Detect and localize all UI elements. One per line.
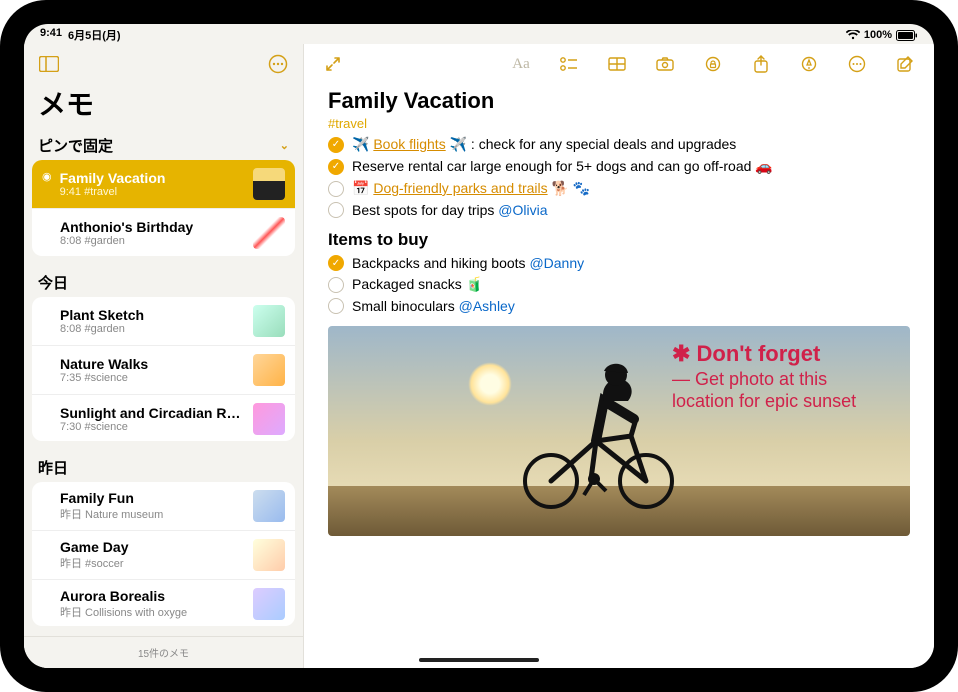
checklist-item[interactable]: Packaged snacks 🧃 — [328, 276, 910, 293]
share-icon[interactable] — [746, 49, 776, 79]
checklist-icon[interactable] — [554, 49, 584, 79]
note-thumbnail — [253, 217, 285, 249]
checkbox-icon[interactable] — [328, 202, 344, 218]
checkbox-icon[interactable]: ✓ — [328, 255, 344, 271]
calendar-icon: 📅 — [352, 180, 369, 196]
markup-icon[interactable] — [794, 49, 824, 79]
note-subheading: Items to buy — [328, 230, 910, 250]
note-thumbnail — [253, 168, 285, 200]
home-indicator[interactable] — [419, 658, 539, 662]
cyclist-silhouette — [496, 341, 696, 516]
sidebar-footer: 15件のメモ — [24, 636, 303, 668]
note-item[interactable]: Aurora Borealis 昨日 Collisions with oxyge — [32, 580, 295, 626]
note-image[interactable]: ✱ Don't forget — Get photo at this locat… — [328, 326, 910, 536]
status-bar: 9:41 6月5日(月) ••• 100% — [24, 24, 934, 44]
note-item[interactable]: Plant Sketch 8:08 #garden — [32, 297, 295, 346]
more-icon[interactable] — [842, 49, 872, 79]
lock-icon[interactable] — [698, 49, 728, 79]
mention[interactable]: @Ashley — [459, 298, 515, 314]
sidebar-title: メモ — [24, 83, 303, 129]
note-thumbnail — [253, 403, 285, 435]
checkbox-icon[interactable] — [328, 181, 344, 197]
note-item[interactable]: Anthonio's Birthday 8:08 #garden — [32, 209, 295, 256]
note-item[interactable]: Family Fun 昨日 Nature museum — [32, 482, 295, 531]
note-thumbnail — [253, 305, 285, 337]
battery-percent: 100% — [864, 29, 892, 41]
checkbox-icon[interactable]: ✓ — [328, 159, 344, 175]
ipad-frame: 9:41 6月5日(月) ••• 100% — [0, 0, 958, 692]
chevron-down-icon: ⌄ — [280, 139, 289, 152]
text-format-icon[interactable]: Aa — [506, 49, 536, 79]
status-time: 9:41 — [40, 27, 62, 43]
note-item[interactable]: Game Day 昨日 #soccer — [32, 531, 295, 580]
note-editor: Aa Family Vacation #travel — [304, 44, 934, 668]
checklist-item[interactable]: ✓ Reserve rental car large enough for 5+… — [328, 158, 910, 175]
note-item-family-vacation[interactable]: ◉ Family Vacation 9:41 #travel — [32, 160, 295, 209]
note-title: Family Vacation — [328, 88, 910, 114]
link[interactable]: Book flights — [373, 136, 445, 152]
checklist-item[interactable]: 📅 Dog-friendly parks and trails 🐕 🐾 — [328, 180, 910, 197]
checklist-item[interactable]: Best spots for day trips @Olivia — [328, 202, 910, 218]
more-menu-icon[interactable] — [263, 49, 293, 79]
handwritten-annotation: ✱ Don't forget — Get photo at this locat… — [672, 340, 892, 413]
link[interactable]: Dog-friendly parks and trails — [373, 180, 547, 196]
mention[interactable]: @Olivia — [498, 202, 547, 218]
note-thumbnail — [253, 354, 285, 386]
checklist-item[interactable]: Small binoculars @Ashley — [328, 298, 910, 314]
note-item[interactable]: Nature Walks 7:35 #science — [32, 346, 295, 395]
camera-icon[interactable] — [650, 49, 680, 79]
checkbox-icon[interactable]: ✓ — [328, 137, 344, 153]
checklist-item[interactable]: ✓ ✈️ Book flights ✈️ : check for any spe… — [328, 136, 910, 153]
checklist-item[interactable]: ✓ Backpacks and hiking boots @Danny — [328, 255, 910, 271]
section-header-yesterday[interactable]: 昨日 — [24, 451, 303, 482]
checkbox-icon[interactable] — [328, 298, 344, 314]
compose-icon[interactable] — [890, 49, 920, 79]
pin-icon: ◉ — [42, 170, 52, 183]
expand-icon[interactable] — [318, 49, 348, 79]
note-thumbnail — [253, 588, 285, 620]
battery-icon — [896, 30, 918, 41]
checkbox-icon[interactable] — [328, 277, 344, 293]
wifi-icon — [846, 30, 860, 40]
mention[interactable]: @Danny — [529, 255, 584, 271]
section-header-today[interactable]: 今日 — [24, 266, 303, 297]
note-content[interactable]: Family Vacation #travel ✓ ✈️ Book flight… — [304, 84, 934, 668]
screen: 9:41 6月5日(月) ••• 100% — [24, 24, 934, 668]
note-tag[interactable]: #travel — [328, 116, 910, 131]
sidebar: メモ ピンで固定 ⌄ ◉ Family Vacation 9:41 #trave… — [24, 44, 304, 668]
note-item[interactable]: Sunlight and Circadian Rhy... 7:30 #scie… — [32, 395, 295, 441]
status-date: 6月5日(月) — [68, 27, 121, 43]
note-thumbnail — [253, 490, 285, 522]
section-header-pinned[interactable]: ピンで固定 ⌄ — [24, 129, 303, 160]
note-thumbnail — [253, 539, 285, 571]
sidebar-toggle-icon[interactable] — [34, 49, 64, 79]
table-icon[interactable] — [602, 49, 632, 79]
